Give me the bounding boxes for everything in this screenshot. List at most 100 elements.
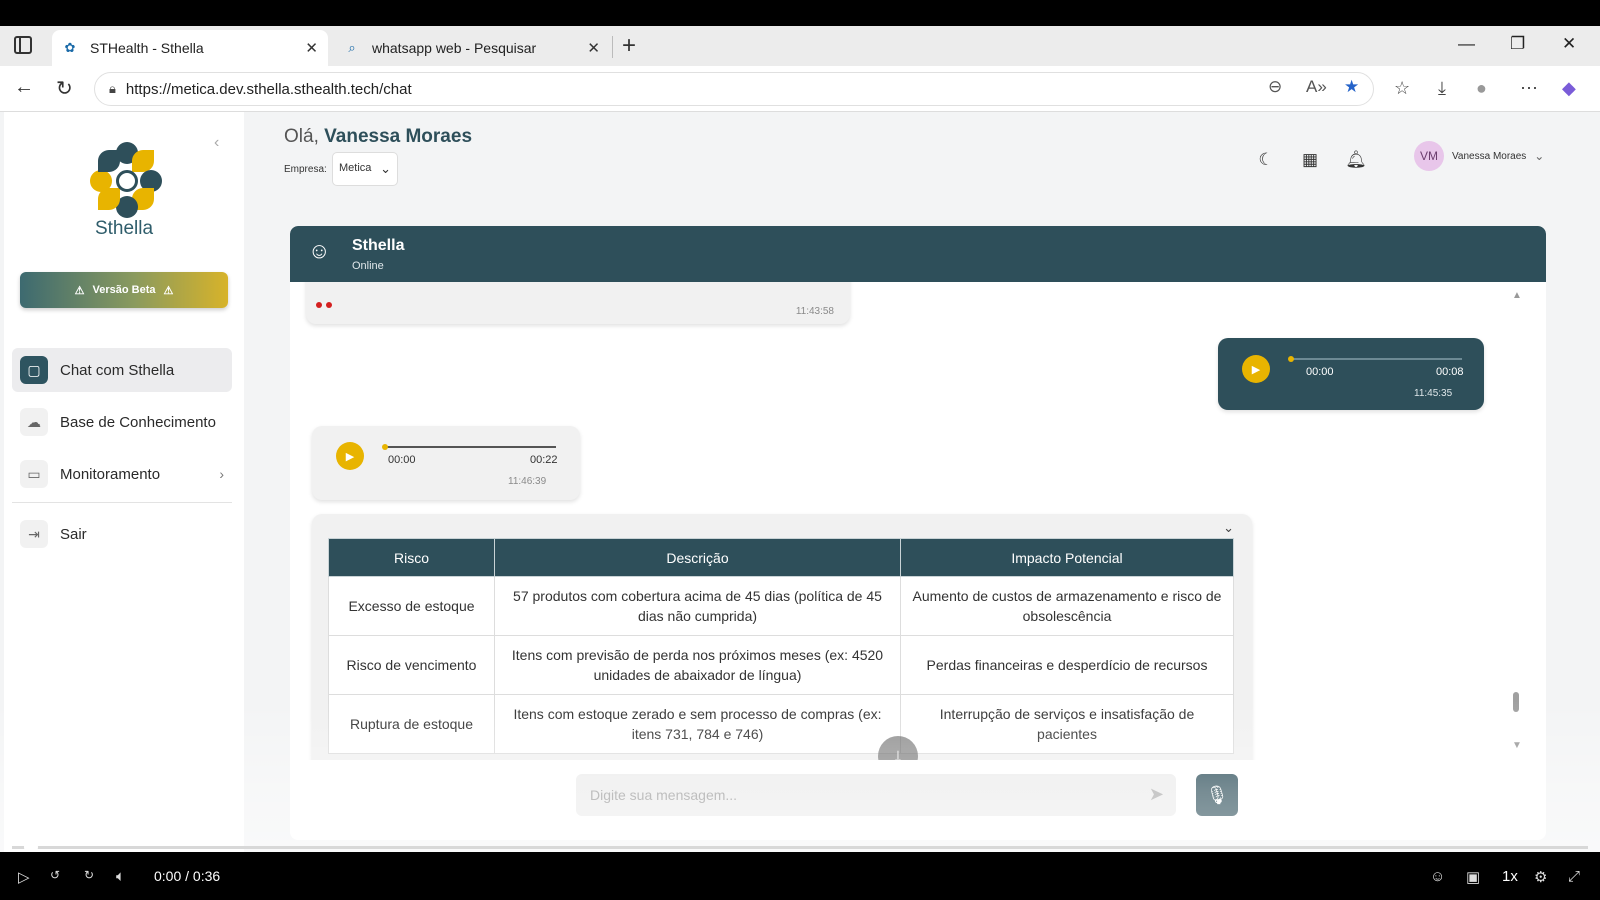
favorite-star-icon[interactable]: ★ <box>1344 77 1359 97</box>
forward-10-icon[interactable]: ↻ <box>84 868 94 882</box>
play-icon[interactable]: ▶ <box>1242 355 1270 383</box>
sidebar-item-chat[interactable]: ▢ Chat com Sthella <box>12 348 232 392</box>
tab-whatsapp-search[interactable]: ⌕ whatsapp web - Pesquisar ✕ <box>334 30 610 66</box>
send-icon[interactable]: ➤ <box>1149 784 1164 805</box>
collapse-sidebar-icon[interactable]: ‹ <box>214 134 219 152</box>
url-text: https://metica.dev.sthella.sthealth.tech… <box>125 80 412 98</box>
microphone-button[interactable]: 🎙︎ <box>1196 774 1238 816</box>
playback-speed[interactable]: 1x <box>1502 868 1518 885</box>
browser-tab-bar: ✿ STHealth - Sthella ✕ ⌕ whatsapp web - … <box>0 26 1600 66</box>
audio-elapsed: 00:00 <box>1306 366 1334 378</box>
greeting: Olá, Vanessa Moraes <box>284 126 472 148</box>
favorites-icon[interactable]: ☆ <box>1394 78 1410 99</box>
more-options-icon[interactable]: ⋯ <box>1520 78 1538 99</box>
table-cell: Ruptura de estoque <box>328 694 495 754</box>
sidebar-toggle-icon[interactable] <box>14 36 32 54</box>
sidebar-item-monitoring[interactable]: ▭ Monitoramento › <box>12 452 232 496</box>
screen: ✿ STHealth - Sthella ✕ ⌕ whatsapp web - … <box>0 0 1600 900</box>
message-time: 11:45:35 <box>1414 388 1453 399</box>
video-play-icon[interactable]: ▷ <box>18 868 30 886</box>
table-cell: Itens com previsão de perda nos próximos… <box>494 635 901 695</box>
agent-status: Online <box>352 260 384 272</box>
message-time: 11:46:39 <box>508 476 547 487</box>
sidebar: Sthella ‹ ⚠ Versão Beta ⚠ ▢ Chat com Sth… <box>4 112 244 852</box>
scrollbar-thumb[interactable] <box>1513 692 1519 712</box>
chat-header: ☺ Sthella Online <box>290 226 1546 282</box>
message-list[interactable]: 11:43:58 ▶ 00:00 00:08 11:45:35 ▶ 00:00 … <box>290 282 1546 760</box>
minimize-icon[interactable]: — <box>1458 34 1475 54</box>
sidebar-item-knowledge-base[interactable]: ☁ Base de Conhecimento <box>12 400 232 444</box>
downloads-icon[interactable]: ⤓ <box>1438 78 1446 99</box>
tab-separator <box>612 36 613 58</box>
profile-icon[interactable]: ● <box>1476 78 1487 99</box>
table-cell: Risco de vencimento <box>328 635 495 695</box>
chevron-down-icon: ⌄ <box>380 161 391 176</box>
company-value: Metica <box>339 162 372 174</box>
sidebar-item-label: Monitoramento <box>60 465 161 483</box>
audio-progress-track[interactable] <box>382 444 556 450</box>
url-field[interactable]: 🔒︎ https://metica.dev.sthella.sthealth.t… <box>94 72 1374 106</box>
settings-gear-icon[interactable]: ⚙ <box>1534 868 1547 886</box>
message-input[interactable] <box>576 774 1136 816</box>
tab-title: STHealth - Sthella <box>90 40 204 56</box>
new-tab-icon[interactable]: + <box>622 32 636 60</box>
table-cell: Perdas financeiras e desperdício de recu… <box>900 635 1234 695</box>
chevron-down-icon[interactable]: ⌄ <box>1223 520 1234 536</box>
avatar: VM <box>1414 141 1444 171</box>
company-label: Empresa: <box>284 164 327 175</box>
company-select[interactable]: Metica ⌄ <box>332 152 398 186</box>
warning-icon: ⚠ <box>163 284 174 297</box>
beta-label: Versão Beta <box>92 284 156 296</box>
accessibility-icon[interactable]: ☺ <box>1430 868 1445 885</box>
red-dot <box>316 302 322 308</box>
chevron-right-icon: › <box>219 466 224 482</box>
message-time: 11:43:58 <box>795 306 834 317</box>
video-controls <box>0 852 1600 900</box>
zoom-out-icon[interactable]: ⊖ <box>1268 77 1282 97</box>
read-aloud-icon[interactable]: A» <box>1306 77 1327 97</box>
table-cell: Excesso de estoque <box>328 576 495 636</box>
audio-progress-track[interactable] <box>1288 356 1462 362</box>
warning-icon: ⚠ <box>74 284 85 297</box>
tab-sthealth[interactable]: ✿ STHealth - Sthella ✕ <box>52 30 328 66</box>
greeting-user-name: Vanessa Moraes <box>324 126 473 147</box>
volume-icon[interactable]: 🔈︎ <box>116 868 125 885</box>
user-menu[interactable]: VM Vanessa Moraes ⌄ <box>1414 138 1550 174</box>
message-bubble-risk-table: ⌄ Risco Descrição Impacto Potencial Exce… <box>312 514 1252 760</box>
app-window: Sthella ‹ ⚠ Versão Beta ⚠ ▢ Chat com Sth… <box>0 112 1600 852</box>
video-progress-bar[interactable] <box>12 846 1588 849</box>
message-bubble-audio-in: ▶ 00:00 00:22 11:46:39 <box>312 426 580 500</box>
main-content: Olá, Vanessa Moraes Empresa: Metica ⌄ ☾ … <box>244 112 1600 852</box>
message-composer: ➤ <box>576 774 1176 816</box>
close-tab-icon[interactable]: ✕ <box>305 39 318 57</box>
table-header-row: Risco Descrição Impacto Potencial <box>328 538 1234 577</box>
lock-icon[interactable]: 🔒︎ <box>109 81 116 97</box>
scroll-up-arrow-icon[interactable]: ▲ <box>1512 290 1522 301</box>
close-window-icon[interactable]: ✕ <box>1562 34 1576 54</box>
column-header: Risco <box>328 538 495 577</box>
notification-bell-icon[interactable]: 🔔︎ <box>1340 144 1372 176</box>
risk-table: Risco Descrição Impacto Potencial Excess… <box>328 538 1234 754</box>
back-icon[interactable]: ← <box>14 76 34 99</box>
sidebar-item-logout[interactable]: ⇥ Sair <box>12 512 232 556</box>
copilot-icon[interactable]: ◆ <box>1562 78 1576 99</box>
agent-avatar-icon: ☺ <box>308 238 331 263</box>
table-cell: Aumento de custos de armazenamento e ris… <box>900 576 1234 636</box>
sthella-logo <box>88 142 166 220</box>
chevron-down-icon: ⌄ <box>1534 149 1545 163</box>
sidebar-item-label: Chat com Sthella <box>60 361 175 379</box>
captions-icon[interactable]: ▣ <box>1466 868 1480 886</box>
refresh-icon[interactable]: ↻ <box>56 76 73 101</box>
dark-mode-icon[interactable]: ☾ <box>1250 144 1282 176</box>
rewind-10-icon[interactable]: ↺ <box>50 868 60 882</box>
calendar-icon[interactable]: ▦ <box>1294 144 1326 176</box>
close-tab-icon[interactable]: ✕ <box>587 39 600 57</box>
scroll-down-arrow-icon[interactable]: ▼ <box>1512 740 1522 751</box>
table-row: Ruptura de estoque Itens com estoque zer… <box>328 694 1234 754</box>
play-icon[interactable]: ▶ <box>336 442 364 470</box>
table-cell: Interrupção de serviços e insatisfação d… <box>900 694 1234 754</box>
address-bar-row: ← ↻ 🔒︎ https://metica.dev.sthella.stheal… <box>0 66 1600 112</box>
audio-elapsed: 00:00 <box>388 454 416 466</box>
restore-icon[interactable]: ❐ <box>1510 34 1525 54</box>
fullscreen-icon[interactable]: ⤢ <box>1568 868 1580 885</box>
